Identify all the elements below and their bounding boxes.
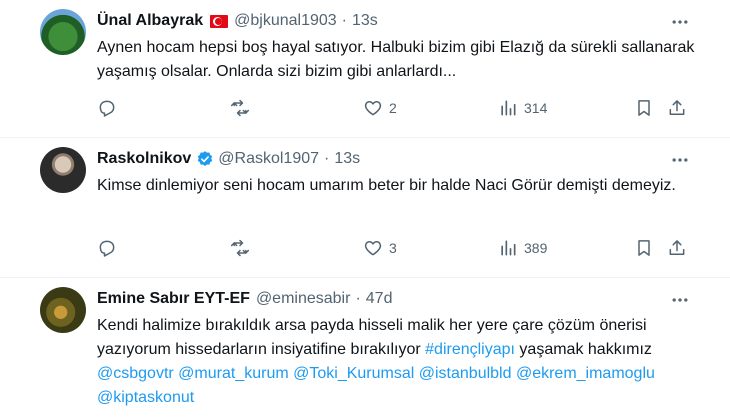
view-count: 314 <box>524 100 548 116</box>
bookmark-icon <box>638 100 650 116</box>
separator-dot: · <box>341 12 347 29</box>
reply-icon <box>99 100 115 117</box>
like-button[interactable]: 2 <box>363 96 397 120</box>
mention-link[interactable]: @istanbulbld <box>419 365 512 382</box>
more-icon[interactable] <box>670 12 690 32</box>
retweet-icon <box>230 239 250 257</box>
reply-button[interactable] <box>97 236 117 260</box>
turkey-flag-icon <box>210 14 229 28</box>
tweet-header: Raskolnikov @Raskol1907 · 13s <box>97 149 360 169</box>
reply-button[interactable] <box>97 96 117 120</box>
author-handle[interactable]: @eminesabir <box>256 289 351 309</box>
author-handle[interactable]: @Raskol1907 <box>218 149 319 169</box>
retweet-button[interactable] <box>230 96 250 120</box>
author-name[interactable]: Raskolnikov <box>97 149 191 169</box>
mention-link[interactable]: @Toki_Kurumsal <box>293 365 414 382</box>
bookmark-icon <box>638 240 650 256</box>
tweet-header: Emine Sabır EYT-EF @eminesabir · 47d <box>97 289 392 309</box>
tweet-text: Kendi halimize bırakıldık arsa payda his… <box>97 314 697 410</box>
views-icon <box>501 100 516 116</box>
verified-badge-icon <box>198 151 213 166</box>
views-button[interactable]: 389 <box>498 236 547 260</box>
retweet-button[interactable] <box>230 236 250 260</box>
tweet-text-part: yaşamak hakkımız <box>519 341 652 358</box>
tweet-1[interactable]: Ünal Albayrak @bjkunal1903 · 13s Aynen h… <box>0 0 730 138</box>
mention-link[interactable]: @kiptaskonut <box>97 389 194 406</box>
share-icon <box>669 100 685 115</box>
like-button[interactable]: 3 <box>363 236 397 260</box>
hashtag-link[interactable]: #dirençliyapı <box>425 341 515 358</box>
share-button[interactable] <box>667 96 687 120</box>
avatar[interactable] <box>40 147 86 193</box>
avatar[interactable] <box>40 287 86 333</box>
tweet-header: Ünal Albayrak @bjkunal1903 · 13s <box>97 11 378 31</box>
like-count: 2 <box>389 100 397 116</box>
mention-link[interactable]: @csbgovtr <box>97 365 174 382</box>
views-icon <box>501 240 516 256</box>
mention-link[interactable]: @murat_kurum <box>178 365 289 382</box>
tweet-2[interactable]: Raskolnikov @Raskol1907 · 13s Kimse dinl… <box>0 138 730 278</box>
bookmark-button[interactable] <box>634 236 654 260</box>
avatar[interactable] <box>40 9 86 55</box>
heart-icon <box>364 101 382 116</box>
views-button[interactable]: 314 <box>498 96 547 120</box>
author-handle[interactable]: @bjkunal1903 <box>234 11 337 31</box>
heart-icon <box>364 241 382 256</box>
author-name[interactable]: Emine Sabır EYT-EF <box>97 289 250 309</box>
tweet-text: Kimse dinlemiyor seni hocam umarım beter… <box>97 177 676 194</box>
tweet-text: Aynen hocam hepsi boş hayal satıyor. Hal… <box>97 39 695 80</box>
timestamp[interactable]: 13s <box>334 149 360 169</box>
share-button[interactable] <box>667 236 687 260</box>
bookmark-button[interactable] <box>634 96 654 120</box>
retweet-icon <box>230 99 250 117</box>
timestamp[interactable]: 47d <box>366 289 393 309</box>
tweet-actions: 3 389 <box>97 236 697 260</box>
author-name[interactable]: Ünal Albayrak <box>97 11 203 31</box>
separator-dot: · <box>324 150 330 167</box>
tweet-3[interactable]: Emine Sabır EYT-EF @eminesabir · 47d Ken… <box>0 278 730 420</box>
more-icon[interactable] <box>670 150 690 170</box>
share-icon <box>669 240 685 255</box>
tweet-actions: 2 314 <box>97 96 697 120</box>
like-count: 3 <box>389 240 397 256</box>
mention-link[interactable]: @ekrem_imamoglu <box>516 365 655 382</box>
view-count: 389 <box>524 240 548 256</box>
reply-icon <box>99 240 115 257</box>
separator-dot: · <box>355 290 361 307</box>
more-icon[interactable] <box>670 290 690 310</box>
timestamp[interactable]: 13s <box>352 11 378 31</box>
